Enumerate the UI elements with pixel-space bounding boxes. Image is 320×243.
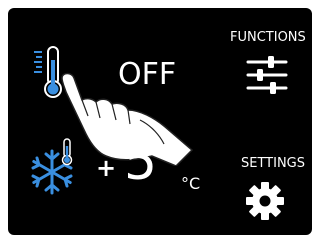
settings-label: SETTINGS [241,156,306,171]
small-thermometer-icon [58,138,76,166]
gear-icon[interactable] [244,180,286,222]
functions-label: FUNCTIONS [230,30,306,45]
temperature-unit: °C [181,174,201,193]
temperature-sign: + [96,154,117,182]
control-panel-screen: OFF + 5 °C FUNCTIONS SETTINGS [8,8,312,235]
temperature-value: 5 [124,132,158,192]
sliders-icon[interactable] [245,53,289,97]
